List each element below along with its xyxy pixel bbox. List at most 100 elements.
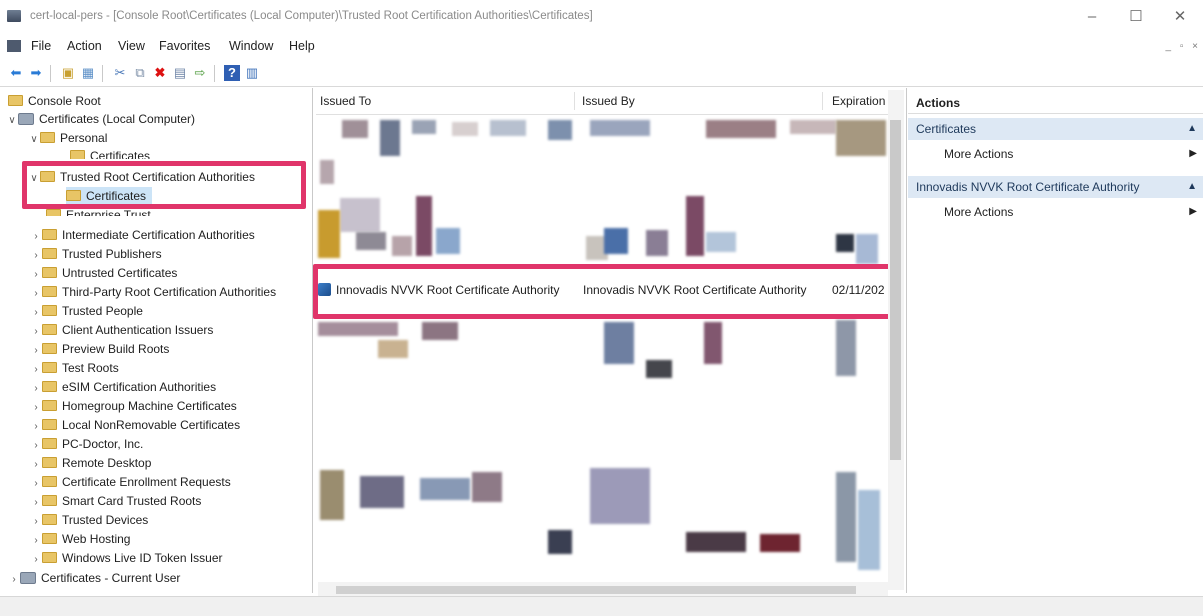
actions-section-innovadis[interactable]: Innovadis NVVK Root Certificate Authorit…: [908, 176, 1203, 198]
folder-icon: [42, 248, 57, 259]
folder-icon: [42, 400, 57, 411]
menu-action[interactable]: Action: [67, 39, 102, 53]
mmc-app-icon: [7, 10, 21, 22]
collapse-arrow-icon[interactable]: ▲: [1187, 118, 1197, 140]
action-pane-icon[interactable]: ▥: [244, 65, 260, 81]
chevron-right-icon[interactable]: ›: [30, 227, 42, 246]
folder-icon: [46, 209, 61, 216]
tree-item-homegroup[interactable]: › Homegroup Machine Certificates: [30, 397, 236, 417]
chevron-right-icon[interactable]: ›: [30, 322, 42, 341]
menu-window[interactable]: Window: [229, 39, 273, 53]
chevron-right-icon[interactable]: ›: [30, 398, 42, 417]
tree-item-remote-desktop[interactable]: › Remote Desktop: [30, 454, 151, 473]
folder-icon: [42, 305, 57, 316]
column-issued-by[interactable]: Issued By: [582, 94, 635, 108]
forward-icon[interactable]: ➡: [28, 65, 44, 81]
tree-item-untrusted-certificates[interactable]: › Untrusted Certificates: [30, 264, 177, 283]
cut-icon[interactable]: ✂: [112, 65, 128, 81]
actions-header: Actions: [908, 92, 1203, 114]
menu-bar: File Action View Favorites Window Help _…: [0, 34, 1203, 58]
chevron-right-icon[interactable]: ›: [30, 512, 42, 531]
menu-view[interactable]: View: [118, 39, 145, 53]
tree-item-intermediate-ca[interactable]: › Intermediate Certification Authorities: [30, 226, 254, 246]
tree-item-trusted-devices[interactable]: › Trusted Devices: [30, 511, 148, 530]
chevron-right-icon[interactable]: ›: [30, 379, 42, 398]
tree-item-trusted-publishers[interactable]: › Trusted Publishers: [30, 245, 161, 265]
back-icon[interactable]: ⬅: [8, 65, 24, 81]
tree-item-local-nonremovable[interactable]: › Local NonRemovable Certificates: [30, 416, 240, 435]
menu-help[interactable]: Help: [289, 39, 315, 53]
chevron-right-icon[interactable]: ›: [30, 246, 42, 265]
chevron-right-icon[interactable]: ›: [30, 360, 42, 379]
highlight-annotation-row: [313, 264, 903, 319]
up-folder-icon[interactable]: ▣: [60, 65, 76, 81]
tree-item-third-party-root[interactable]: › Third-Party Root Certification Authorit…: [30, 283, 276, 302]
chevron-right-icon[interactable]: ›: [30, 303, 42, 322]
vertical-scroll-thumb[interactable]: [890, 120, 901, 460]
collapse-arrow-icon[interactable]: ▲: [1187, 176, 1197, 198]
column-expiration[interactable]: Expiration ^: [832, 94, 894, 108]
folder-icon: [42, 495, 57, 506]
chevron-right-icon[interactable]: ›: [30, 455, 42, 474]
submenu-arrow-icon: ▶: [1189, 148, 1197, 159]
folder-icon: [42, 476, 57, 487]
folder-icon: [70, 150, 85, 159]
tree-item-console-root[interactable]: Console Root: [8, 92, 101, 111]
folder-icon: [42, 362, 57, 373]
horizontal-scroll-thumb[interactable]: [336, 586, 856, 594]
tree-item-client-auth-issuers[interactable]: › Client Authentication Issuers: [30, 321, 213, 340]
help-icon[interactable]: ?: [224, 65, 240, 81]
folder-icon: [42, 267, 57, 278]
mdi-controls[interactable]: _ ▫ ×: [1165, 41, 1201, 52]
tree-item-esim-ca[interactable]: › eSIM Certification Authorities: [30, 378, 216, 397]
show-tree-icon[interactable]: ▦: [80, 65, 96, 81]
folder-icon: [42, 343, 57, 354]
folder-icon: [42, 324, 57, 335]
tree-item-trusted-people[interactable]: › Trusted People: [30, 302, 143, 321]
console-menu-icon[interactable]: [7, 40, 21, 52]
chevron-right-icon[interactable]: ›: [30, 474, 42, 493]
chevron-down-icon[interactable]: ∨: [28, 130, 40, 149]
tree-item-personal-certificates[interactable]: Certificates: [70, 147, 150, 159]
toolbar: ⬅ ➡ ▣ ▦ ✂ ⧉ ✖ ▤ ⇨ ? ▥: [0, 60, 1203, 87]
menu-file[interactable]: File: [31, 39, 51, 53]
tree-item-windows-live-id[interactable]: › Windows Live ID Token Issuer: [30, 549, 222, 569]
folder-icon: [42, 419, 57, 430]
tree-item-pc-doctor[interactable]: › PC-Doctor, Inc.: [30, 435, 143, 454]
chevron-right-icon[interactable]: ›: [30, 265, 42, 284]
tree-item-enrollment-requests[interactable]: › Certificate Enrollment Requests: [30, 473, 230, 493]
column-issued-to[interactable]: Issued To: [320, 94, 371, 108]
chevron-right-icon[interactable]: ›: [30, 493, 42, 512]
chevron-down-icon[interactable]: ∨: [6, 111, 18, 130]
tree-item-personal[interactable]: ∨ Personal: [28, 129, 107, 148]
folder-icon: [42, 457, 57, 468]
export-icon[interactable]: ⇨: [192, 65, 208, 81]
tree-item-web-hosting[interactable]: › Web Hosting: [30, 530, 130, 549]
chevron-right-icon[interactable]: ›: [30, 531, 42, 550]
close-button[interactable]: ✕: [1160, 4, 1200, 30]
more-actions-certificates[interactable]: More Actions ▶: [908, 143, 1203, 165]
delete-icon[interactable]: ✖: [152, 65, 168, 81]
folder-icon: [8, 95, 23, 106]
chevron-right-icon[interactable]: ›: [30, 341, 42, 360]
copy-icon[interactable]: ⧉: [132, 65, 148, 81]
folder-icon: [42, 438, 57, 449]
chevron-right-icon[interactable]: ›: [30, 417, 42, 436]
properties-icon[interactable]: ▤: [172, 65, 188, 81]
tree-item-certificates-local[interactable]: ∨ Certificates (Local Computer): [6, 110, 195, 129]
chevron-right-icon[interactable]: ›: [30, 284, 42, 303]
submenu-arrow-icon: ▶: [1189, 206, 1197, 217]
tree-item-smart-card-roots[interactable]: › Smart Card Trusted Roots: [30, 492, 201, 511]
chevron-right-icon[interactable]: ›: [30, 550, 42, 569]
tree-item-preview-build-roots[interactable]: › Preview Build Roots: [30, 340, 169, 359]
title-bar: cert-local-pers - [Console Root\Certific…: [0, 0, 1203, 34]
tree-item-test-roots[interactable]: › Test Roots: [30, 359, 118, 379]
actions-section-certificates[interactable]: Certificates ▲: [908, 118, 1203, 140]
more-actions-innovadis[interactable]: More Actions ▶: [908, 201, 1203, 223]
maximize-button[interactable]: ☐: [1116, 4, 1156, 30]
tree-item-current-user[interactable]: › Certificates - Current User: [8, 569, 180, 588]
menu-favorites[interactable]: Favorites: [159, 39, 210, 53]
chevron-right-icon[interactable]: ›: [8, 570, 20, 589]
chevron-right-icon[interactable]: ›: [30, 436, 42, 455]
minimize-button[interactable]: –: [1072, 4, 1112, 30]
